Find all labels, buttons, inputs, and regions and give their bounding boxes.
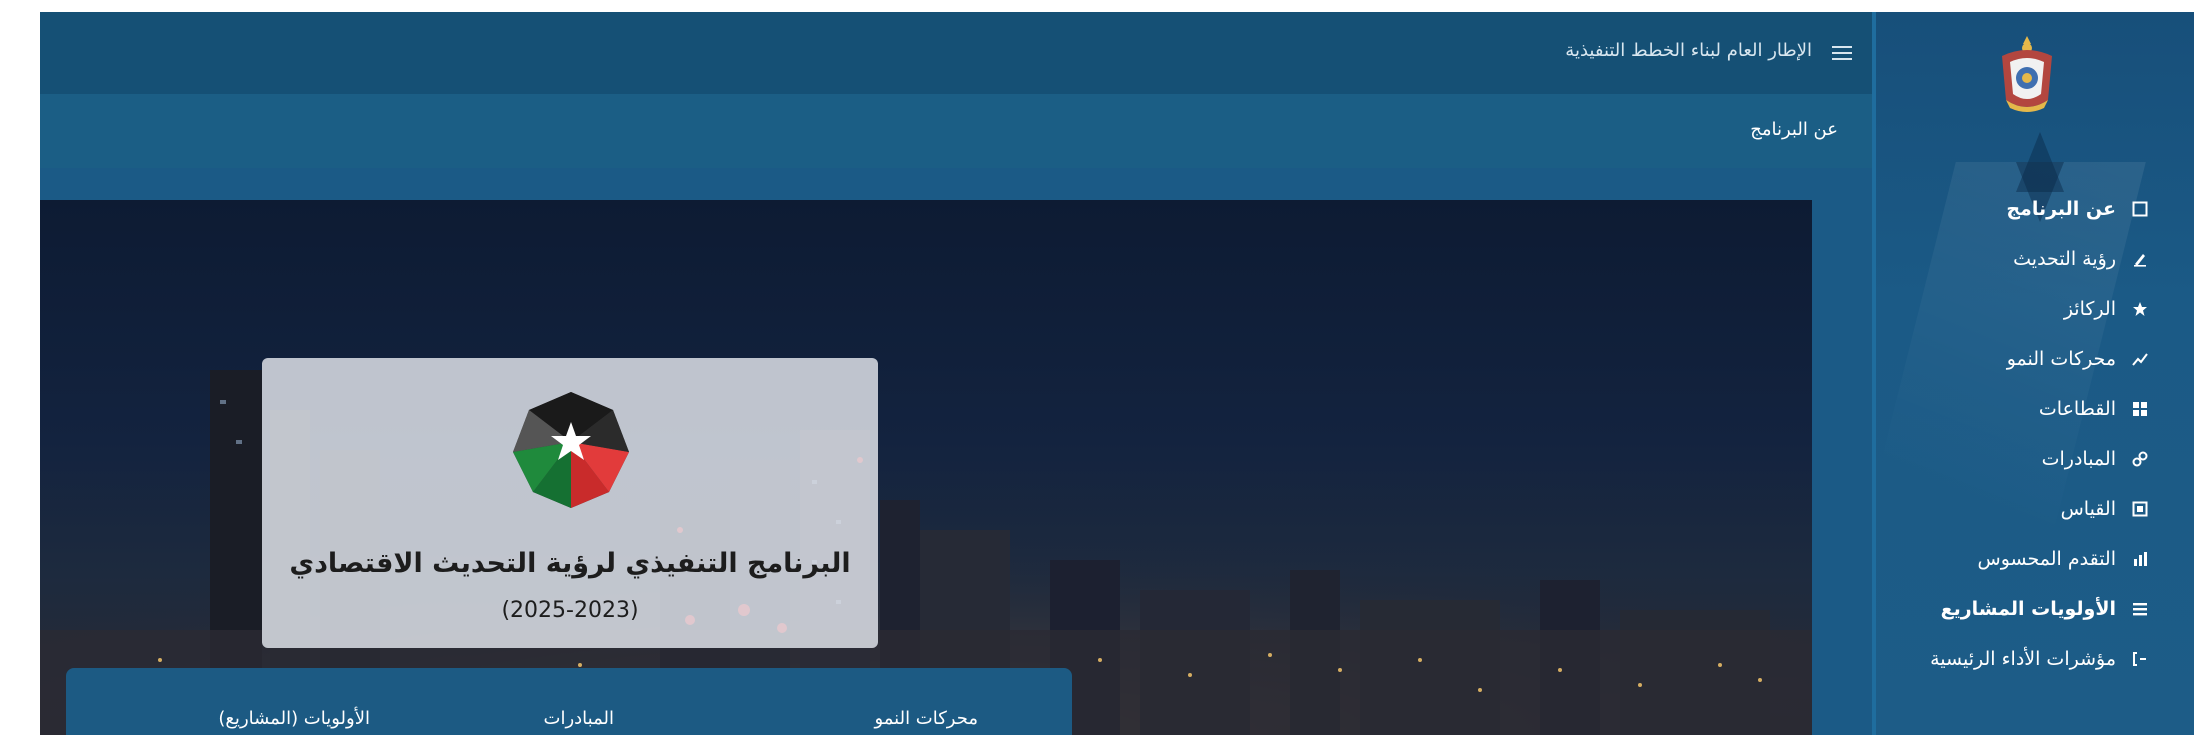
emblem-logo[interactable] [1992,34,2062,114]
sidebar-item-label: القطاعات [2038,398,2116,420]
sidebar: عن البرنامج رؤية التحديث الركائز محركات … [1872,12,2194,735]
chart-icon [2130,549,2150,569]
sidebar-item-vision[interactable]: رؤية التحديث [1930,234,2150,284]
content-tabs: محركات النمو المبادرات الأولويات (المشار… [66,668,1072,735]
sidebar-item-label: الركائز [2063,298,2116,320]
sidebar-item-label: مؤشرات الأداء الرئيسية [1930,648,2116,670]
sidebar-item-sectors[interactable]: القطاعات [1930,384,2150,434]
sidebar-nav: عن البرنامج رؤية التحديث الركائز محركات … [1930,184,2150,684]
top-header: الإطار العام لبناء الخطط التنفيذية [40,12,1872,94]
sidebar-item-pillars[interactable]: الركائز [1930,284,2150,334]
pencil-icon [2130,249,2150,269]
sidebar-item-progress[interactable]: التقدم المحسوس [1930,534,2150,584]
link-icon [2130,449,2150,469]
sidebar-item-initiatives[interactable]: المبادرات [1930,434,2150,484]
sidebar-item-label: المبادرات [2041,448,2116,470]
sidebar-item-label: رؤية التحديث [2013,248,2116,270]
tab-growth-drivers[interactable]: محركات النمو [874,708,978,729]
list-icon [2130,599,2150,619]
square-icon [2130,199,2150,219]
program-logo-card: البرنامج التنفيذي لرؤية التحديث الاقتصاد… [262,358,878,648]
hamburger-menu-icon[interactable] [1832,46,1852,60]
tab-priorities[interactable]: الأولويات (المشاريع) [218,708,370,729]
breadcrumb-current[interactable]: عن البرنامج [1750,119,1838,140]
box-icon [2130,499,2150,519]
sidebar-item-measurement[interactable]: القياس [1930,484,2150,534]
sidebar-item-priorities[interactable]: الأولويات المشاريع [1930,584,2150,634]
sidebar-item-label: محركات النمو [2006,348,2116,370]
sidebar-item-growth-drivers[interactable]: محركات النمو [1930,334,2150,384]
breadcrumb: عن البرنامج [40,94,1872,168]
tab-initiatives[interactable]: المبادرات [544,708,614,729]
program-years: (2025-2023) [501,598,639,623]
star-icon [2130,299,2150,319]
sidebar-item-label: الأولويات المشاريع [1940,598,2116,620]
header-title: الإطار العام لبناء الخطط التنفيذية [1565,40,1812,61]
program-title: البرنامج التنفيذي لرؤية التحديث الاقتصاد… [289,548,851,579]
trend-icon [2130,349,2150,369]
sidebar-item-kpis[interactable]: مؤشرات الأداء الرئيسية [1930,634,2150,684]
program-gem-logo [513,392,629,508]
sidebar-item-about[interactable]: عن البرنامج [1930,184,2150,234]
bracket-icon [2130,649,2150,669]
grid-icon [2130,399,2150,419]
sidebar-item-label: عن البرنامج [2006,198,2116,220]
app-window: عن البرنامج رؤية التحديث الركائز محركات … [0,0,2194,735]
sidebar-item-label: التقدم المحسوس [1977,548,2116,570]
sidebar-item-label: القياس [2060,498,2116,520]
